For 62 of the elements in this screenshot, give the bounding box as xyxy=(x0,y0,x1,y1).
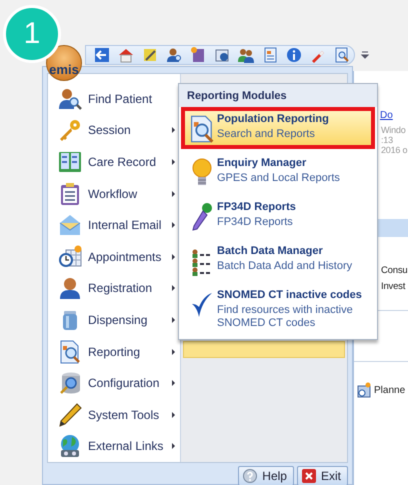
people-icon[interactable] xyxy=(238,47,254,63)
menu-option[interactable]: Batch Data Manager Batch Data Add and History xyxy=(181,239,375,281)
person-search-icon[interactable] xyxy=(166,47,182,63)
module-title: Population Reporting xyxy=(217,112,329,127)
pencil-icon xyxy=(58,402,82,427)
pencil-icon[interactable] xyxy=(142,47,158,63)
module-title: Enquiry Manager xyxy=(217,156,308,171)
module-description: Find resources with inactive SNOMED CT codes xyxy=(217,304,354,330)
menu-item-label[interactable]: Appointments xyxy=(86,250,166,264)
menu-option[interactable]: SNOMED CT inactive codes Find resources with inactive SNOMED CT codes xyxy=(181,283,375,335)
lightbulb-icon xyxy=(191,158,213,188)
exit-button[interactable]: Exit xyxy=(296,466,348,485)
person-icon xyxy=(58,276,82,300)
planned-label: Planne xyxy=(374,384,406,396)
detail-text: Windo xyxy=(381,125,406,135)
clipboard-icon xyxy=(58,182,82,206)
envelope-icon xyxy=(58,213,82,238)
menu-option[interactable]: FP34D Reports FP34D Reports xyxy=(181,195,375,237)
menu-item-label[interactable]: Dispensing xyxy=(86,312,166,327)
menu-item-label[interactable]: External Links xyxy=(86,439,166,454)
help-button[interactable]: Help xyxy=(238,466,294,485)
close-icon xyxy=(302,469,316,484)
back-arrow-icon[interactable] xyxy=(94,47,110,63)
document-icon[interactable] xyxy=(262,47,278,63)
key-icon xyxy=(58,118,82,142)
book-icon xyxy=(58,150,82,174)
person-search-icon xyxy=(58,86,82,111)
module-title: SNOMED CT inactive codes xyxy=(217,288,363,303)
menu-item-label[interactable]: Care Record xyxy=(86,154,166,169)
menu-option[interactable]: Enquiry Manager GPES and Local Reports xyxy=(181,151,375,193)
help-icon xyxy=(243,469,258,484)
detail-text: :13 xyxy=(381,135,393,145)
row-text: Consu xyxy=(381,265,408,276)
link-text[interactable]: Do xyxy=(380,110,393,121)
report-search-icon xyxy=(58,340,82,364)
step-number-badge: 1 xyxy=(3,5,61,63)
database-search-icon xyxy=(58,371,82,396)
menu-item-label[interactable]: Registration xyxy=(86,281,166,296)
dropper-icon xyxy=(191,202,213,232)
module-title: Batch Data Manager xyxy=(217,244,324,259)
menu-item-label[interactable]: Configuration xyxy=(86,376,166,390)
module-description: Batch Data Add and History xyxy=(217,260,352,273)
submenu-heading: Reporting Modules xyxy=(179,84,377,107)
row-text: Invest xyxy=(381,281,406,292)
page-search-icon[interactable] xyxy=(334,47,350,63)
module-description: FP34D Reports xyxy=(217,216,294,229)
globe-icon xyxy=(58,434,82,458)
detail-text: 2016 o xyxy=(381,145,408,155)
module-description: GPES and Local Reports xyxy=(217,172,340,185)
menu-item-label[interactable]: Workflow xyxy=(86,186,166,201)
toolbar-overflow-icon[interactable] xyxy=(361,51,369,59)
menu-item-label[interactable]: Session xyxy=(86,123,166,138)
report-search-icon xyxy=(188,114,216,144)
menu-item-label[interactable]: Reporting xyxy=(86,344,166,359)
menu-item-label[interactable]: Find Patient xyxy=(86,92,166,106)
module-title: FP34D Reports xyxy=(217,200,296,215)
house-icon[interactable] xyxy=(118,47,134,63)
highlighted-menu-option[interactable]: Population Reporting Search and Reports xyxy=(181,107,375,149)
menu-item-label[interactable]: System Tools xyxy=(86,408,166,422)
module-description: Search and Reports xyxy=(217,128,316,141)
menu-item-label[interactable]: Internal Email xyxy=(86,218,166,232)
info-icon[interactable] xyxy=(286,47,302,63)
